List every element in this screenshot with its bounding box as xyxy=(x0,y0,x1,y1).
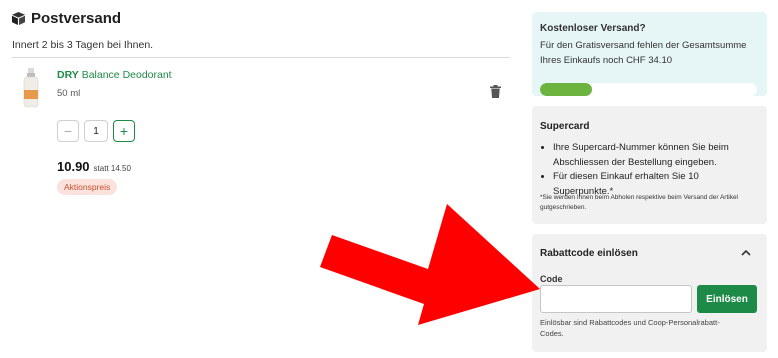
arrow-shape xyxy=(320,204,540,325)
shipping-title: Postversand xyxy=(31,10,122,27)
increase-quantity-button[interactable]: + xyxy=(113,120,135,142)
divider xyxy=(12,57,510,58)
decrease-quantity-button[interactable]: − xyxy=(57,120,79,142)
package-icon xyxy=(12,12,25,25)
plus-icon: + xyxy=(119,123,129,139)
supercard-note: *Sie werden Ihnen beim Abholen respektiv… xyxy=(540,194,739,211)
old-price: statt 14.50 xyxy=(93,164,131,173)
free-shipping-text: Für den Gratisversand fehlen der Gesamts… xyxy=(540,40,747,66)
chevron-up-icon[interactable] xyxy=(740,248,752,258)
supercard-panel: Supercard Ihre Supercard-Nummer können S… xyxy=(532,106,767,224)
product-name: Balance Deodorant xyxy=(81,69,172,81)
discount-code-panel: Rabattcode einlösen Code Einlösen Einlös… xyxy=(532,234,767,352)
free-shipping-title: Kostenloser Versand? xyxy=(540,23,646,34)
product-name-link[interactable]: DRY Balance Deodorant xyxy=(57,69,172,81)
code-help-text: Einlösbar sind Rabattcodes und Coop-Pers… xyxy=(540,318,720,338)
price-row: 10.90 statt 14.50 xyxy=(57,159,131,174)
product-brand: DRY xyxy=(57,69,79,81)
redeem-button[interactable]: Einlösen xyxy=(697,285,757,313)
current-price: 10.90 xyxy=(57,159,90,174)
discount-code-input[interactable] xyxy=(540,285,692,313)
supercard-title: Supercard xyxy=(540,121,590,132)
shipping-subtitle: Innert 2 bis 3 Tagen bei Ihnen. xyxy=(12,39,154,51)
red-arrow-annotation xyxy=(320,204,540,325)
quantity-stepper: − 1 + xyxy=(57,120,135,142)
shipping-header: Postversand xyxy=(12,10,121,27)
supercard-bullets: Ihre Supercard-Nummer können Sie beim Ab… xyxy=(553,141,758,199)
product-size: 50 ml xyxy=(57,88,81,99)
progress-fill xyxy=(540,83,593,96)
promo-badge: Aktionspreis xyxy=(57,179,118,195)
trash-icon[interactable] xyxy=(490,85,501,98)
free-shipping-panel: Kostenloser Versand? Für den Gratisversa… xyxy=(532,12,767,96)
minus-icon: − xyxy=(63,123,73,139)
quantity-value[interactable]: 1 xyxy=(84,120,108,142)
supercard-bullet: Ihre Supercard-Nummer können Sie beim Ab… xyxy=(553,141,758,170)
free-shipping-progress xyxy=(540,83,757,96)
product-image[interactable] xyxy=(22,68,40,108)
